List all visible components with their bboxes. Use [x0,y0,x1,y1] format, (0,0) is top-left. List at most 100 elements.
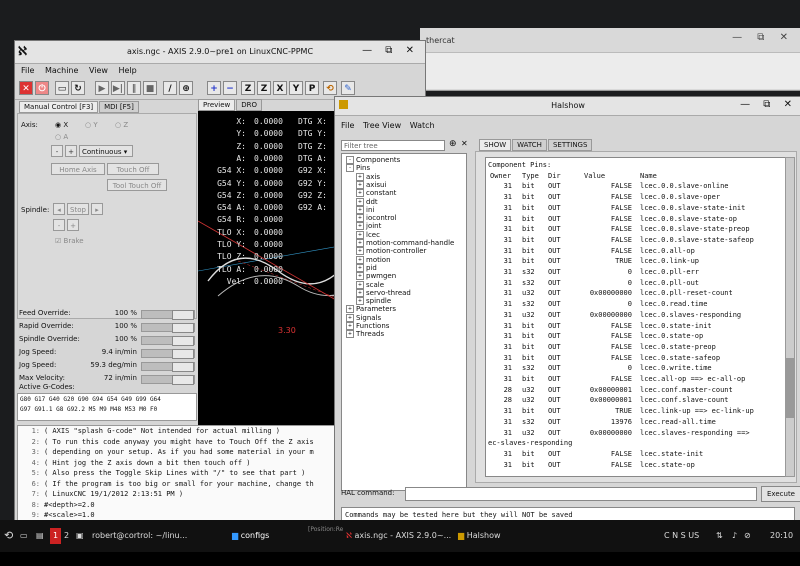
tab-settings[interactable]: SETTINGS [547,139,593,151]
tree-item[interactable]: + Threads [346,330,384,339]
expand-icon[interactable]: + [356,222,364,231]
stop-icon[interactable]: ■ [143,81,157,95]
open-file-icon[interactable]: ▭ [55,81,69,95]
tree-item[interactable]: + motion [356,255,391,264]
tab-watch[interactable]: WATCH [512,139,547,151]
rotate-view-icon[interactable]: ⟲ [323,81,337,95]
halshow-titlebar[interactable]: Halshow — ⧉ ✕ [335,97,800,116]
axis-radio-z[interactable]: ○ Z [115,121,128,129]
override-slider[interactable] [141,336,195,346]
tree-item[interactable]: + pwmgen [356,272,396,281]
taskbar-item-halshow[interactable]: ▆ Halshow [458,528,501,544]
bg-window-tab[interactable]: thercat [426,36,455,45]
tree-item[interactable]: + joint [356,222,381,231]
tab-manual-control[interactable]: Manual Control [F3] [19,101,99,113]
workspace-2[interactable]: 2 [64,528,69,544]
taskbar-item-terminal[interactable]: robert@cortrol: ~/linu... [92,528,187,544]
hal-menu-watch[interactable]: Watch [410,121,435,130]
spindle-stop-button[interactable]: Stop [67,203,89,215]
expand-icon[interactable]: + [356,214,364,223]
axis-titlebar[interactable]: ℵ axis.ngc - AXIS 2.9.0~pre1 on LinuxCNC… [15,41,425,64]
zoom-in-icon[interactable]: + [207,81,221,95]
axis-window-controls[interactable]: — ⧉ ✕ [362,45,419,56]
touch-off-icon[interactable]: ⊕ [179,81,193,95]
tree-item[interactable]: + constant [356,189,396,198]
tree-item[interactable]: + pid [356,263,377,272]
tree-item[interactable]: + axis [356,172,380,181]
override-slider[interactable] [141,349,195,359]
expand-icon[interactable]: + [356,272,364,281]
filter-close-icon[interactable]: ✕ [461,139,468,148]
component-pins-list[interactable]: Component Pins: Owner Type Dir Value Name 31 bi… [485,157,787,477]
view-x-icon[interactable]: X [273,81,287,95]
menu-file[interactable]: File [21,66,34,75]
tree-item[interactable]: + motion-controller [356,247,426,256]
tree-item[interactable]: + scale [356,280,384,289]
spindle-ccw-button[interactable]: ◂ [53,203,65,215]
axis-radio-x[interactable]: ◉ X [55,121,68,129]
spindle-faster-button[interactable]: + [67,219,79,231]
brake-checkbox[interactable]: ☑ Brake [55,237,84,245]
pause-icon[interactable]: ‖ [127,81,141,95]
estop-icon[interactable]: ✕ [19,81,33,95]
spindle-slower-button[interactable]: - [53,219,65,231]
jog-minus-button[interactable]: - [51,145,63,157]
expand-icon[interactable]: + [356,255,364,264]
tree-item[interactable]: + Parameters [346,305,396,314]
reload-icon[interactable]: ↻ [71,81,85,95]
halshow-window-controls[interactable]: — ⧉ ✕ [740,99,797,110]
workspace-1[interactable]: 1 [50,528,62,544]
tree-item[interactable]: + lcec [356,230,380,239]
filter-search-icon[interactable]: ⊕ [449,139,457,149]
volume-icon[interactable]: ♪ [732,528,737,544]
hal-tree[interactable]: - Components - Pins + axis + axisui + constant + dd… [341,153,467,491]
override-slider[interactable] [141,323,195,333]
tab-preview[interactable]: Preview [198,99,236,111]
expand-icon[interactable]: + [356,197,364,206]
expand-icon[interactable]: + [356,288,364,297]
expand-icon[interactable]: + [356,189,364,198]
tool-touch-off-button[interactable]: Tool Touch Off [107,179,167,191]
show-desktop-icon[interactable]: ▭ [20,528,28,544]
system-icon[interactable]: ⊘ [744,528,751,544]
clear-plot-icon[interactable]: ✎ [341,81,355,95]
view-z-icon[interactable]: Z [241,81,255,95]
tree-item[interactable]: + Functions [346,322,389,330]
spindle-cw-button[interactable]: ▸ [91,203,103,215]
menu-help[interactable]: Help [119,66,137,75]
tree-item[interactable]: + spindle [356,297,391,306]
taskbar-item-configs[interactable]: ▆ configs [232,528,269,544]
view-z2-icon[interactable]: Z [257,81,271,95]
tree-item[interactable]: - Components [346,156,400,164]
network-icon[interactable]: ⇅ [716,528,723,544]
hal-command-input[interactable] [405,487,757,501]
tab-show[interactable]: SHOW [479,139,512,151]
pins-scrollbar[interactable] [785,157,795,477]
tab-mdi[interactable]: MDI [F5] [99,101,139,113]
step-icon[interactable]: ▶| [111,81,125,95]
tree-item[interactable]: + iocontrol [356,214,397,223]
axis-radio-a[interactable]: ○ A [55,133,68,141]
home-axis-button[interactable]: Home Axis [51,163,105,175]
terminal-icon[interactable]: ▣ [76,528,84,544]
view-p-icon[interactable]: P [305,81,319,95]
expand-icon[interactable]: + [356,205,364,214]
expand-icon[interactable]: + [356,247,364,256]
collapse-icon[interactable]: - [346,156,354,164]
touch-off-button[interactable]: Touch Off [107,163,159,175]
menu-view[interactable]: View [89,66,108,75]
execute-button[interactable]: Execute [761,486,800,502]
hal-menu-tree-view[interactable]: Tree View [363,121,401,130]
tree-item[interactable]: + ini [356,205,374,214]
taskbar-item-axis[interactable]: ℵ axis.ngc - AXIS 2.9.0~... [346,528,451,544]
expand-icon[interactable]: + [356,230,364,239]
tree-item[interactable]: + axisui [356,180,386,189]
tab-dro[interactable]: DRO [236,99,263,111]
override-slider[interactable] [141,362,195,372]
tree-item[interactable]: - Pins [346,164,370,173]
jog-plus-button[interactable]: + [65,145,77,157]
tree-item[interactable]: + servo-thread [356,288,411,297]
menu-machine[interactable]: Machine [45,66,79,75]
collapse-icon[interactable]: - [346,164,354,173]
tree-item[interactable]: + ddt [356,197,378,206]
